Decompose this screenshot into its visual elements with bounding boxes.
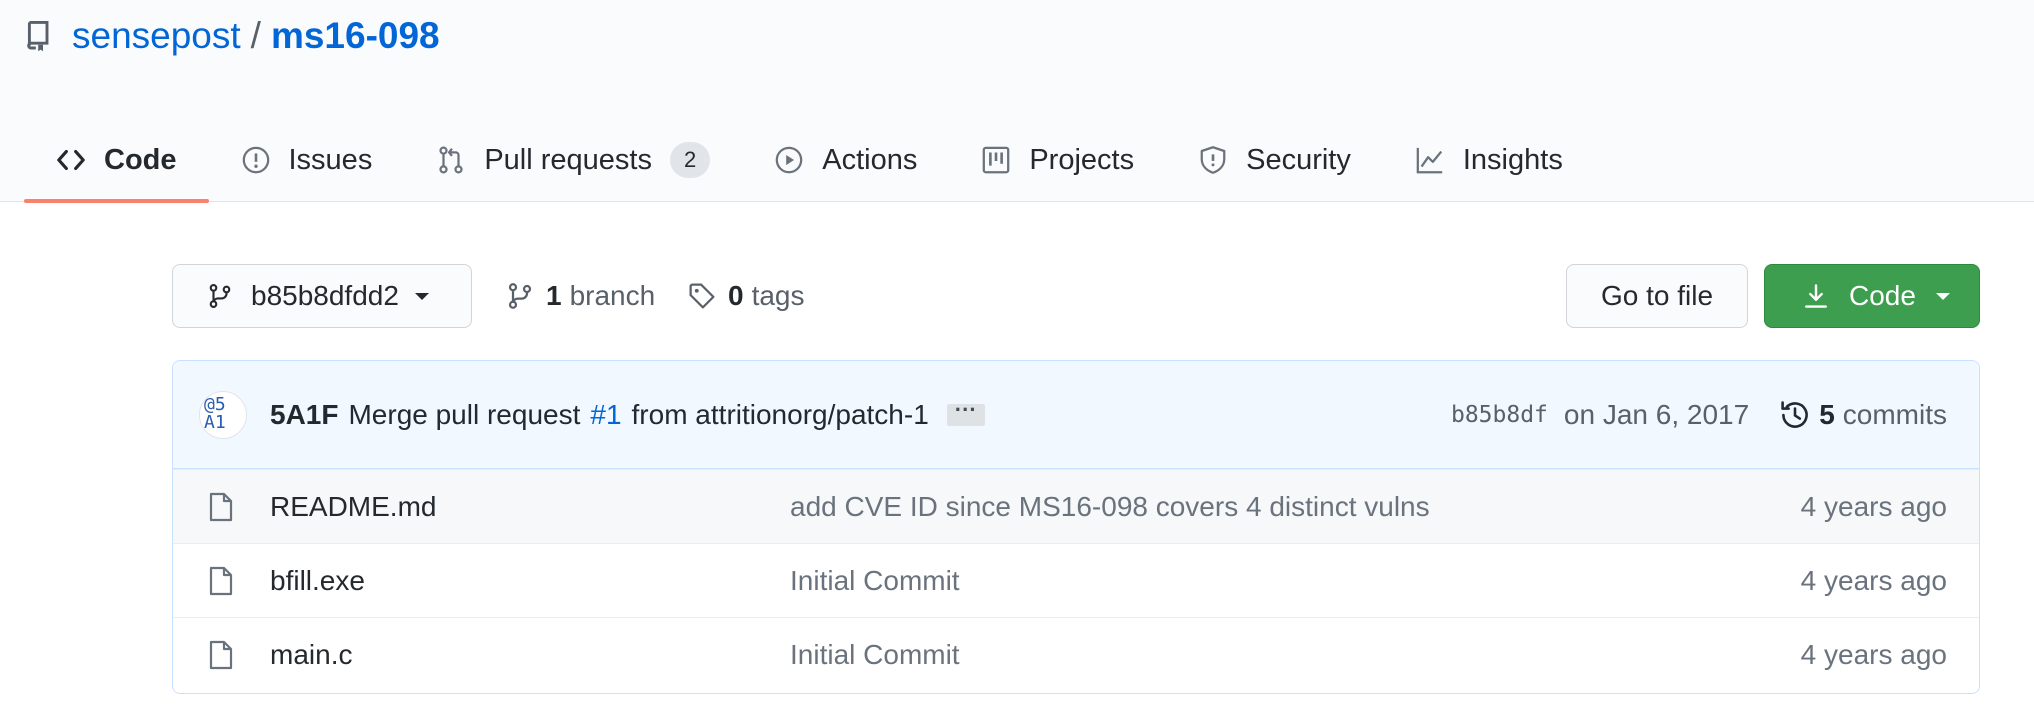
- file-name-link[interactable]: README.md: [270, 491, 436, 523]
- history-icon: [1781, 401, 1809, 428]
- tab-label: Projects: [1029, 143, 1135, 176]
- repo-tabs: Code Issues Pull requests 2 Actions Proj…: [24, 118, 1595, 203]
- code-download-button[interactable]: Code: [1764, 264, 1980, 328]
- repo-path-separator: /: [250, 15, 261, 56]
- branch-select-button[interactable]: b85b8dfdd2: [172, 264, 472, 328]
- tags-link[interactable]: 0 tags: [688, 264, 805, 328]
- tab-label: Issues: [288, 143, 373, 176]
- tab-label: Code: [104, 143, 177, 176]
- file-commit-message-link[interactable]: Initial Commit: [790, 639, 960, 671]
- tab-label: Insights: [1462, 143, 1563, 176]
- commit-count: 5: [1819, 399, 1835, 430]
- file-name-link[interactable]: main.c: [270, 639, 352, 671]
- branch-count: 1: [546, 280, 562, 311]
- tag-label: tags: [751, 280, 805, 311]
- tab-pull-requests[interactable]: Pull requests 2: [404, 118, 742, 202]
- issue-icon: [242, 146, 269, 174]
- commit-message-prefix[interactable]: Merge pull request: [348, 399, 580, 431]
- branch-name: b85b8dfdd2: [251, 280, 399, 311]
- pull-requests-counter: 2: [669, 142, 711, 178]
- tab-code[interactable]: Code: [24, 118, 209, 203]
- chevron-down-icon: [414, 292, 429, 300]
- tag-count: 0: [728, 280, 744, 311]
- branch-label: branch: [569, 280, 656, 311]
- file-navigation: b85b8dfdd2 1 branch 0 tags Go to file Co…: [172, 264, 1980, 328]
- code-icon: [57, 149, 85, 171]
- commits-label: commits: [1842, 399, 1947, 430]
- commit-meta: b85b8df on Jan 6, 2017 5 commits: [1451, 361, 1947, 469]
- repo-owner-link[interactable]: sensepost: [72, 14, 241, 58]
- file-commit-age: 4 years ago: [1800, 638, 1947, 670]
- commits-history-link[interactable]: 5 commits: [1779, 399, 1947, 431]
- git-branch-icon: [508, 283, 532, 309]
- expand-commit-message-button[interactable]: ···: [946, 399, 985, 426]
- chevron-down-icon: [1935, 292, 1950, 300]
- commit-sha-link[interactable]: b85b8df: [1451, 402, 1548, 428]
- pull-request-link[interactable]: #1: [590, 399, 621, 431]
- file-commit-age: 4 years ago: [1800, 564, 1947, 596]
- go-to-file-button[interactable]: Go to file: [1566, 264, 1748, 328]
- tab-security[interactable]: Security: [1166, 118, 1383, 202]
- file-row[interactable]: main.c Initial Commit 4 years ago: [173, 617, 1979, 691]
- project-icon: [983, 146, 1010, 174]
- file-row[interactable]: bfill.exe Initial Commit 4 years ago: [173, 543, 1979, 617]
- code-button-label: Code: [1849, 280, 1916, 311]
- repo-title: sensepost / ms16-098: [26, 14, 440, 58]
- repo-icon: [27, 20, 49, 52]
- file-list-box: @5 A1 5A1F Merge pull request #1 from at…: [172, 360, 1980, 694]
- tag-icon: [689, 283, 715, 309]
- file-name-link[interactable]: bfill.exe: [270, 565, 365, 597]
- tab-label: Pull requests: [484, 143, 652, 176]
- latest-commit-bar: @5 A1 5A1F Merge pull request #1 from at…: [173, 361, 1979, 469]
- shield-icon: [1200, 146, 1226, 174]
- file-row[interactable]: README.md add CVE ID since MS16-098 cove…: [173, 469, 1979, 543]
- branches-link[interactable]: 1 branch: [506, 264, 655, 328]
- graph-icon: [1416, 147, 1443, 174]
- play-icon: [775, 146, 803, 174]
- commit-message-suffix[interactable]: from attritionorg/patch-1: [632, 399, 929, 431]
- tab-actions[interactable]: Actions: [742, 118, 949, 202]
- repo-name-link[interactable]: ms16-098: [271, 14, 440, 58]
- tab-label: Security: [1246, 143, 1351, 176]
- file-icon: [209, 640, 233, 670]
- pull-request-icon: [439, 146, 463, 174]
- commit-author-link[interactable]: 5A1F: [270, 399, 338, 431]
- tab-insights[interactable]: Insights: [1383, 118, 1595, 202]
- avatar[interactable]: @5 A1: [199, 391, 247, 439]
- tab-projects[interactable]: Projects: [949, 118, 1166, 202]
- file-commit-age: 4 years ago: [1800, 490, 1947, 522]
- download-icon: [1805, 284, 1827, 308]
- file-icon: [209, 566, 233, 596]
- commit-date: on Jan 6, 2017: [1563, 399, 1750, 430]
- file-commit-message-link[interactable]: Initial Commit: [790, 565, 960, 597]
- commit-message: 5A1F Merge pull request #1 from attritio…: [270, 361, 985, 469]
- tab-issues[interactable]: Issues: [209, 118, 405, 202]
- git-branch-icon: [209, 284, 231, 308]
- tab-label: Actions: [822, 143, 918, 176]
- file-commit-message-link[interactable]: add CVE ID since MS16-098 covers 4 disti…: [790, 491, 1430, 523]
- file-icon: [209, 492, 233, 522]
- repo-header: sensepost / ms16-098 Code Issues Pull re…: [0, 0, 2034, 203]
